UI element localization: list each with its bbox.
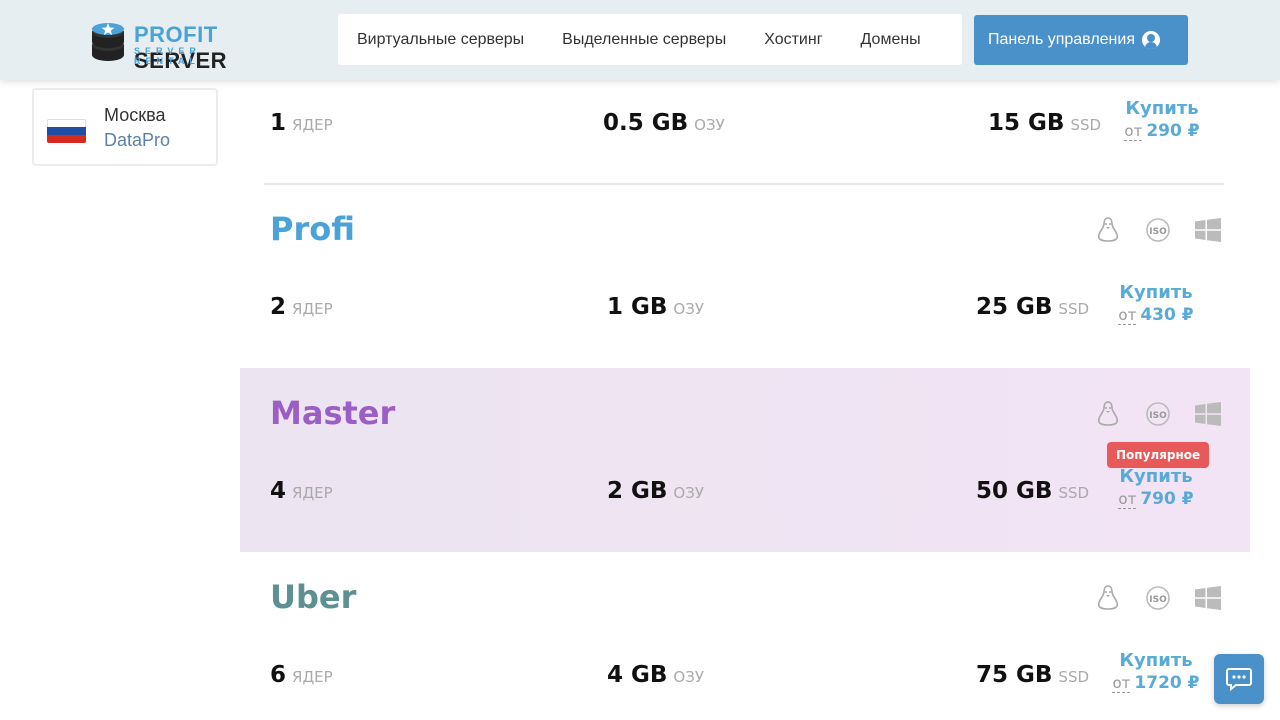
plan-cores: 6 ЯДЕР	[270, 662, 333, 688]
windows-icon[interactable]	[1195, 401, 1221, 427]
plan-buy: Купить от 790 ₽	[1096, 466, 1216, 509]
plan-row-master: Master ISO Популярное 4 ЯДЕР 2 GB ОЗУ 50 G…	[240, 368, 1250, 552]
russia-flag-icon	[47, 119, 86, 143]
iso-icon[interactable]: ISO	[1145, 585, 1171, 611]
iso-icon[interactable]: ISO	[1145, 217, 1171, 243]
plan-disk: 25 GB SSD	[976, 294, 1090, 320]
buy-link[interactable]: Купить	[1096, 650, 1216, 671]
nav-virtual-servers[interactable]: Виртуальные серверы	[338, 31, 543, 49]
plan-disk: 50 GB SSD	[976, 478, 1090, 504]
plan-name-profi: Profi	[270, 210, 355, 248]
plan-name-master: Master	[270, 394, 396, 432]
logo-tagline: SERVER RENTAL	[134, 46, 201, 66]
popular-badge: Популярное	[1107, 442, 1210, 468]
nav-hosting[interactable]: Хостинг	[745, 31, 841, 49]
logo[interactable]: PROFIT SERVER SERVER RENTAL	[90, 18, 270, 73]
plan-ram: 1 GB ОЗУ	[607, 294, 704, 320]
plan-price: от 290 ₽	[1124, 121, 1200, 141]
nav-domains[interactable]: Домены	[842, 31, 940, 49]
user-icon	[1141, 31, 1160, 49]
plan-price: от 1720 ₽	[1112, 673, 1200, 693]
linux-icon[interactable]	[1095, 217, 1121, 243]
plan-name-uber: Uber	[270, 578, 357, 616]
buy-link[interactable]: Купить	[1096, 282, 1216, 303]
svg-text:ISO: ISO	[1149, 595, 1167, 605]
control-panel-button[interactable]: Панель управления	[974, 15, 1188, 65]
site-header: PROFIT SERVER SERVER RENTAL Виртуальные …	[0, 0, 1280, 80]
control-panel-label: Панель управления	[988, 31, 1135, 48]
os-icons: ISO	[1095, 585, 1245, 611]
windows-icon[interactable]	[1195, 217, 1221, 243]
svg-text:ISO: ISO	[1149, 227, 1167, 237]
plan-cores: 1 ЯДЕР	[270, 110, 333, 136]
buy-link[interactable]: Купить	[1102, 98, 1222, 119]
divider	[264, 183, 1224, 185]
linux-icon[interactable]	[1095, 401, 1121, 427]
plan-disk: 15 GB SSD	[988, 110, 1102, 136]
windows-icon[interactable]	[1195, 585, 1221, 611]
plan-cores: 2 ЯДЕР	[270, 294, 333, 320]
os-icons: ISO	[1095, 217, 1245, 243]
plan-disk: 75 GB SSD	[976, 662, 1090, 688]
chat-button[interactable]	[1214, 654, 1264, 704]
location-datacenter: DataPro	[104, 130, 171, 150]
plan-row-start: 1 ЯДЕР 0.5 GB ОЗУ 15 GB SSD Купить от 290 ₽	[240, 84, 1250, 184]
location-card[interactable]: Москва DataPro	[32, 88, 218, 166]
plan-ram: 2 GB ОЗУ	[607, 478, 704, 504]
server-stack-icon	[92, 23, 124, 61]
iso-icon[interactable]: ISO	[1145, 401, 1171, 427]
location-city: Москва	[104, 105, 166, 125]
os-icons: ISO	[1095, 401, 1245, 427]
plan-ram: 0.5 GB ОЗУ	[603, 110, 725, 136]
plan-buy: Купить от 430 ₽	[1096, 282, 1216, 325]
plan-row-uber: Uber ISO 6 ЯДЕР 4 GB ОЗУ 75 GB SSD Купить о…	[240, 554, 1250, 720]
chat-bubble-icon	[1226, 668, 1252, 691]
svg-text:ISO: ISO	[1149, 411, 1167, 421]
plan-buy: Купить от 1720 ₽	[1096, 650, 1216, 693]
nav-dedicated-servers[interactable]: Выделенные серверы	[543, 31, 745, 49]
plan-row-profi: Profi ISO 2 ЯДЕР 1 GB ОЗУ 25 GB SSD Купить …	[240, 186, 1250, 366]
plan-price: от 790 ₽	[1118, 489, 1194, 509]
linux-icon[interactable]	[1095, 585, 1121, 611]
buy-link[interactable]: Купить	[1096, 466, 1216, 487]
plan-buy: Купить от 290 ₽	[1102, 98, 1222, 141]
plan-cores: 4 ЯДЕР	[270, 478, 333, 504]
plan-ram: 4 GB ОЗУ	[607, 662, 704, 688]
logo-word-profit: PROFIT	[134, 22, 218, 47]
main-nav: Виртуальные серверы Выделенные серверы Х…	[338, 14, 962, 65]
plan-price: от 430 ₽	[1118, 305, 1194, 325]
